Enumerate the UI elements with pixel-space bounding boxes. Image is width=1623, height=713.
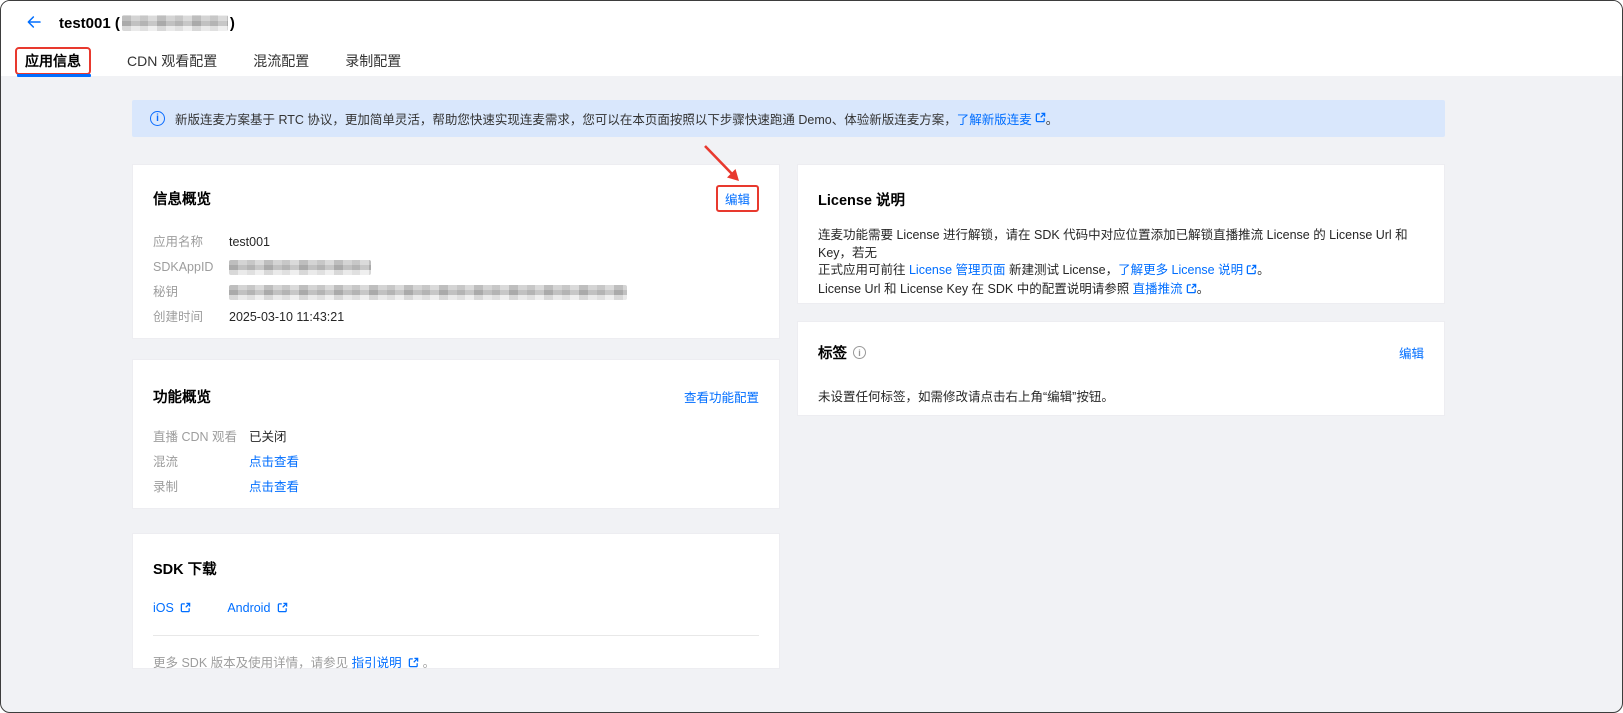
field-label: 应用名称 bbox=[153, 235, 204, 249]
license-line2-pre: 正式应用可前往 bbox=[818, 263, 909, 277]
android-sdk-link[interactable]: Android bbox=[227, 601, 288, 616]
masked-secret-key-value bbox=[229, 285, 627, 300]
info-row-create-time: 创建时间 2025-03-10 11:43:21 bbox=[153, 309, 759, 326]
tags-card-title: 标签 i bbox=[818, 342, 866, 363]
active-tab-underline bbox=[17, 74, 91, 77]
tab-record-config-label: 录制配置 bbox=[345, 52, 402, 69]
banner-text: 新版连麦方案基于 RTC 协议，更加简单灵活，帮助您快速实现连麦需求，您可以在本… bbox=[175, 113, 957, 127]
tags-title-text: 标签 bbox=[818, 346, 847, 362]
external-link-icon bbox=[1246, 263, 1257, 281]
external-link-icon bbox=[1186, 282, 1197, 300]
ios-sdk-label: iOS bbox=[153, 601, 174, 615]
top-bar: test001 ( ) bbox=[1, 1, 1622, 45]
masked-sdkappid-value bbox=[229, 260, 371, 275]
edit-button-highlight-box: 编辑 bbox=[715, 185, 759, 212]
app-detail-page: test001 ( ) 应用信息 CDN 观看配置 混流配置 录制配置 i 新版… bbox=[0, 0, 1623, 713]
feature-overview-card: 功能概览 查看功能配置 直播 CDN 观看 已关闭 混流 点击查看 录制 点击查… bbox=[132, 359, 780, 509]
view-feature-config-link[interactable]: 查看功能配置 bbox=[684, 387, 759, 406]
info-row-sdkappid: SDKAppID bbox=[153, 259, 759, 276]
info-overview-card: 信息概览 编辑 应用名称 test001 SDKAppID 秘钥 创建时间 20… bbox=[132, 164, 780, 339]
field-label: 创建时间 bbox=[153, 310, 204, 324]
feature-field-list: 直播 CDN 观看 已关闭 混流 点击查看 录制 点击查看 bbox=[153, 429, 759, 496]
license-line1: 连麦功能需要 License 进行解锁，请在 SDK 代码中对应位置添加已解锁直… bbox=[818, 228, 1408, 260]
divider bbox=[153, 635, 759, 636]
android-sdk-label: Android bbox=[227, 601, 271, 615]
license-line3-pre: License Url 和 License Key 在 SDK 中的配置说明请参… bbox=[818, 281, 1133, 296]
masked-app-id bbox=[121, 15, 228, 31]
tab-bar: 应用信息 CDN 观看配置 混流配置 录制配置 bbox=[1, 45, 1622, 76]
edit-tags-link[interactable]: 编辑 bbox=[1399, 343, 1424, 362]
field-label: 录制 bbox=[153, 480, 179, 494]
license-line2-suffix: 。 bbox=[1257, 263, 1270, 277]
sdk-download-title: SDK 下载 bbox=[153, 562, 217, 578]
record-view-link[interactable]: 点击查看 bbox=[249, 479, 299, 496]
external-link-icon bbox=[1035, 112, 1046, 126]
field-label: SDKAppID bbox=[153, 260, 214, 274]
license-line2-mid: 新建测试 License， bbox=[1005, 263, 1119, 277]
license-manage-link[interactable]: License 管理页面 bbox=[909, 263, 1006, 277]
external-link-icon bbox=[180, 602, 191, 616]
field-value: 2025-03-10 11:43:21 bbox=[229, 310, 345, 324]
guide-link[interactable]: 指引说明 bbox=[352, 656, 402, 670]
tab-record-config[interactable]: 录制配置 bbox=[345, 51, 401, 71]
license-card: License 说明 连麦功能需要 License 进行解锁，请在 SDK 代码… bbox=[797, 164, 1445, 304]
sdk-footer-note: 更多 SDK 版本及使用详情，请参见 指引说明 。 bbox=[153, 652, 759, 671]
sdk-footer-suffix: 。 bbox=[422, 656, 436, 670]
tab-mix-config-label: 混流配置 bbox=[253, 52, 310, 69]
page-title: test001 ( ) bbox=[59, 15, 235, 32]
mix-view-link[interactable]: 点击查看 bbox=[249, 454, 299, 471]
tab-cdn-config-label: CDN 观看配置 bbox=[127, 52, 218, 69]
external-link-icon bbox=[408, 657, 419, 671]
back-button[interactable] bbox=[21, 10, 47, 36]
learn-more-link[interactable]: 了解新版连麦 bbox=[957, 109, 1032, 128]
external-link-icon bbox=[277, 602, 288, 616]
back-arrow-icon bbox=[25, 14, 43, 33]
info-circle-icon: i bbox=[150, 111, 165, 126]
tab-cdn-config[interactable]: CDN 观看配置 bbox=[127, 51, 217, 71]
tab-app-info-label: 应用信息 bbox=[25, 52, 81, 69]
info-circle-icon[interactable]: i bbox=[853, 346, 866, 359]
banner-suffix: 。 bbox=[1045, 113, 1059, 127]
tags-card: 标签 i 编辑 未设置任何标签，如需修改请点击右上角“编辑”按钮。 bbox=[797, 321, 1445, 416]
field-label: 秘钥 bbox=[153, 285, 179, 299]
tags-empty-text: 未设置任何标签，如需修改请点击右上角“编辑”按钮。 bbox=[818, 390, 1114, 404]
tab-mix-config[interactable]: 混流配置 bbox=[253, 51, 309, 71]
info-row-app-name: 应用名称 test001 bbox=[153, 234, 759, 251]
license-card-title: License 说明 bbox=[818, 193, 906, 209]
cdn-status-badge: 已关闭 bbox=[249, 430, 287, 444]
feature-overview-title: 功能概览 bbox=[153, 390, 211, 406]
info-overview-title: 信息概览 bbox=[153, 192, 211, 208]
field-label: 混流 bbox=[153, 455, 179, 469]
notice-banner: i 新版连麦方案基于 RTC 协议，更加简单灵活，帮助您快速实现连麦需求，您可以… bbox=[132, 100, 1445, 137]
info-row-secret-key: 秘钥 bbox=[153, 284, 759, 301]
page-title-suffix: ) bbox=[229, 14, 235, 32]
license-learn-more-link[interactable]: 了解更多 License 说明 bbox=[1118, 263, 1243, 277]
ios-sdk-link[interactable]: iOS bbox=[153, 601, 191, 616]
info-field-list: 应用名称 test001 SDKAppID 秘钥 创建时间 2025-03-10… bbox=[153, 234, 759, 326]
live-push-link[interactable]: 直播推流 bbox=[1133, 282, 1183, 296]
tab-app-info[interactable]: 应用信息 bbox=[15, 46, 91, 75]
sdk-download-card: SDK 下载 iOS Android 更多 SDK 版本及使用详情，请参见 指引… bbox=[132, 533, 780, 671]
edit-info-button[interactable]: 编辑 bbox=[725, 193, 750, 207]
field-value: test001 bbox=[229, 235, 271, 249]
license-description: 连麦功能需要 License 进行解锁，请在 SDK 代码中对应位置添加已解锁直… bbox=[818, 227, 1424, 299]
sdk-links-row: iOS Android bbox=[153, 601, 759, 616]
page-title-prefix: test001 ( bbox=[59, 14, 120, 32]
feature-row-record: 录制 点击查看 bbox=[153, 479, 759, 496]
sdk-footer-text: 更多 SDK 版本及使用详情，请参见 bbox=[153, 656, 352, 670]
feature-row-mix: 混流 点击查看 bbox=[153, 454, 759, 471]
license-line3-suffix: 。 bbox=[1196, 281, 1210, 296]
feature-row-cdn: 直播 CDN 观看 已关闭 bbox=[153, 429, 759, 446]
field-label: 直播 CDN 观看 bbox=[153, 430, 238, 444]
